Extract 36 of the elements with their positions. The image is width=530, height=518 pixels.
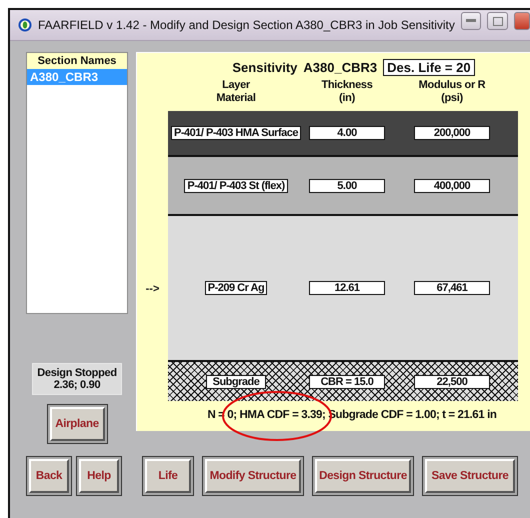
action-button[interactable]: Save Structure <box>425 459 515 493</box>
thickness-field[interactable]: 5.00 <box>309 178 385 192</box>
material-field[interactable]: P-209 Cr Ag <box>204 281 268 295</box>
modulus-field[interactable]: 22,500 <box>414 374 490 388</box>
maximize-button[interactable] <box>487 12 508 30</box>
column-header: Layer Material <box>215 79 257 106</box>
close-button[interactable] <box>514 12 530 30</box>
column-header: Modulus or R (psi) <box>418 79 486 106</box>
minimize-icon <box>466 19 476 23</box>
status-title: Design Stopped <box>37 367 117 379</box>
modulus-field[interactable]: 200,000 <box>414 126 490 140</box>
section-name: A380_CBR3 <box>303 60 378 75</box>
list-header: Section Names <box>27 53 127 69</box>
window-title: FAARFIELD v 1.42 - Modify and Design Section A380_CBR3 in Job Sensitivity <box>38 18 455 32</box>
modulus-field[interactable]: 67,461 <box>414 281 490 295</box>
thickness-field[interactable]: 4.00 <box>309 126 385 140</box>
job-name: Sensitivity <box>232 60 298 75</box>
app-icon <box>18 18 32 32</box>
action-button[interactable]: Life <box>145 459 191 493</box>
design-life: Des. Life = 20 <box>383 59 475 76</box>
column-header: Thickness (in) <box>320 79 374 106</box>
minimize-button[interactable] <box>460 12 482 30</box>
material-field[interactable]: Subgrade <box>206 374 266 388</box>
thickness-field[interactable]: CBR = 15.0 <box>309 374 385 388</box>
material-field[interactable]: P-401/ P-403 St (flex) <box>184 178 288 192</box>
thickness-field[interactable]: 12.61 <box>309 281 385 295</box>
nav-button[interactable]: Help <box>79 459 119 493</box>
maximize-icon <box>492 16 503 26</box>
material-field[interactable]: P-401/ P-403 HMA Surface <box>171 126 301 140</box>
status-values: 2.36; 0.90 <box>54 379 100 391</box>
airplane-button[interactable]: Airplane <box>50 407 104 441</box>
action-button[interactable]: Design Structure <box>315 459 411 493</box>
action-button[interactable]: Modify Structure <box>205 459 301 493</box>
nav-button[interactable]: Back <box>29 459 69 493</box>
current-layer-marker: --> <box>144 283 160 295</box>
modulus-field[interactable]: 400,000 <box>414 178 490 192</box>
